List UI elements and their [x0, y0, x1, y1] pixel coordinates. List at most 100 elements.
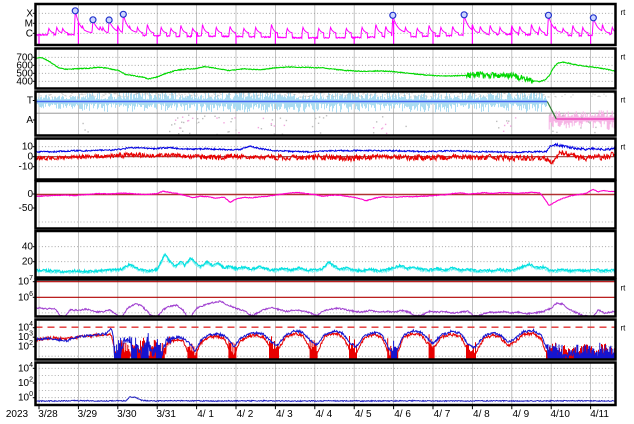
gray-speckle [474, 92, 476, 94]
gray-speckle [413, 95, 415, 97]
gray-speckle [40, 95, 42, 97]
speckle [506, 122, 509, 124]
gray-speckle [191, 94, 193, 96]
gray-speckle [457, 95, 459, 97]
gray-speckle [218, 95, 220, 97]
gray-speckle [461, 95, 463, 97]
gray-speckle [71, 93, 73, 95]
year-label: 2023 [6, 409, 29, 420]
gray-speckle [254, 96, 256, 98]
gray-speckle [486, 95, 488, 97]
gray-speckle [169, 94, 171, 96]
y-axis-label: 40 [22, 241, 34, 252]
gray-speckle [391, 95, 393, 97]
speckle [183, 121, 185, 124]
speckle [238, 132, 240, 134]
gray-speckle [108, 92, 110, 94]
x-axis-date-label: 4/11 [590, 409, 609, 420]
speckle [223, 122, 225, 124]
gray-speckle [50, 93, 52, 95]
gray-speckle [285, 95, 287, 97]
gray-speckle [475, 95, 477, 97]
speckle [216, 117, 218, 119]
speckle [508, 120, 510, 122]
x-axis-date-label: 4/ 1 [197, 409, 214, 420]
gray-speckle [143, 94, 145, 96]
gray-speckle [341, 94, 343, 96]
gray-speckle [359, 95, 361, 97]
gray-speckle [124, 95, 126, 97]
gray-speckle [335, 95, 337, 97]
y-axis-label: 20 [22, 256, 34, 267]
speckle [580, 127, 582, 129]
gray-speckle [159, 95, 161, 97]
gray-speckle [492, 92, 494, 94]
gray-speckle [136, 93, 138, 95]
gray-speckle [163, 94, 165, 96]
gray-speckle [459, 92, 461, 94]
gray-speckle [404, 95, 406, 97]
speckle [549, 114, 551, 116]
gray-speckle [533, 93, 535, 95]
gray-speckle [49, 94, 51, 96]
speckle [498, 127, 500, 129]
gray-speckle [80, 93, 82, 95]
y-axis-label: -10 [19, 161, 34, 172]
gray-speckle [553, 93, 555, 95]
speckle [322, 117, 325, 119]
gray-speckle [249, 92, 251, 94]
speckle [262, 117, 265, 120]
gray-speckle [287, 92, 289, 94]
gray-speckle [543, 94, 545, 96]
gray-speckle [426, 96, 428, 98]
gray-speckle [209, 96, 211, 98]
gray-speckle [137, 92, 139, 94]
gray-speckle [483, 96, 485, 98]
gray-speckle [150, 95, 152, 97]
speckle [260, 128, 263, 130]
flare-marker [589, 14, 597, 22]
gray-speckle [550, 94, 552, 96]
gray-speckle [489, 92, 491, 94]
speckle [405, 125, 407, 128]
gray-speckle [158, 93, 160, 95]
gray-speckle [464, 93, 466, 95]
speckle [311, 125, 314, 128]
gray-speckle [151, 92, 153, 94]
gray-speckle [467, 96, 469, 98]
speckle [198, 121, 200, 124]
gray-speckle [178, 93, 180, 95]
gray-speckle [528, 94, 530, 96]
gray-speckle [410, 96, 412, 98]
gray-speckle [89, 95, 91, 97]
gray-speckle [418, 95, 420, 97]
y-axis-label: 0 [27, 189, 33, 200]
gray-speckle [61, 92, 63, 94]
gray-speckle [105, 93, 107, 95]
gray-speckle [605, 95, 607, 97]
speckle [191, 117, 194, 119]
gray-speckle [440, 94, 442, 96]
gray-speckle [435, 94, 437, 96]
gray-speckle [499, 96, 501, 98]
gray-speckle [270, 92, 272, 94]
gray-speckle [395, 94, 397, 96]
gray-speckle [597, 95, 599, 97]
gray-speckle [326, 96, 328, 98]
gray-speckle [121, 96, 123, 98]
gray-speckle [51, 96, 53, 98]
gray-speckle [445, 96, 447, 98]
speckle [235, 129, 237, 131]
speckle [174, 123, 176, 125]
gray-speckle [139, 93, 141, 95]
gray-speckle [84, 93, 86, 95]
speckle [502, 130, 505, 132]
gray-speckle [273, 95, 275, 97]
gray-speckle [195, 95, 197, 97]
gray-speckle [274, 94, 276, 96]
speckle [218, 116, 220, 119]
gray-speckle [311, 94, 313, 96]
gray-speckle [544, 95, 546, 97]
speckle [562, 115, 564, 117]
speckle [381, 127, 384, 129]
